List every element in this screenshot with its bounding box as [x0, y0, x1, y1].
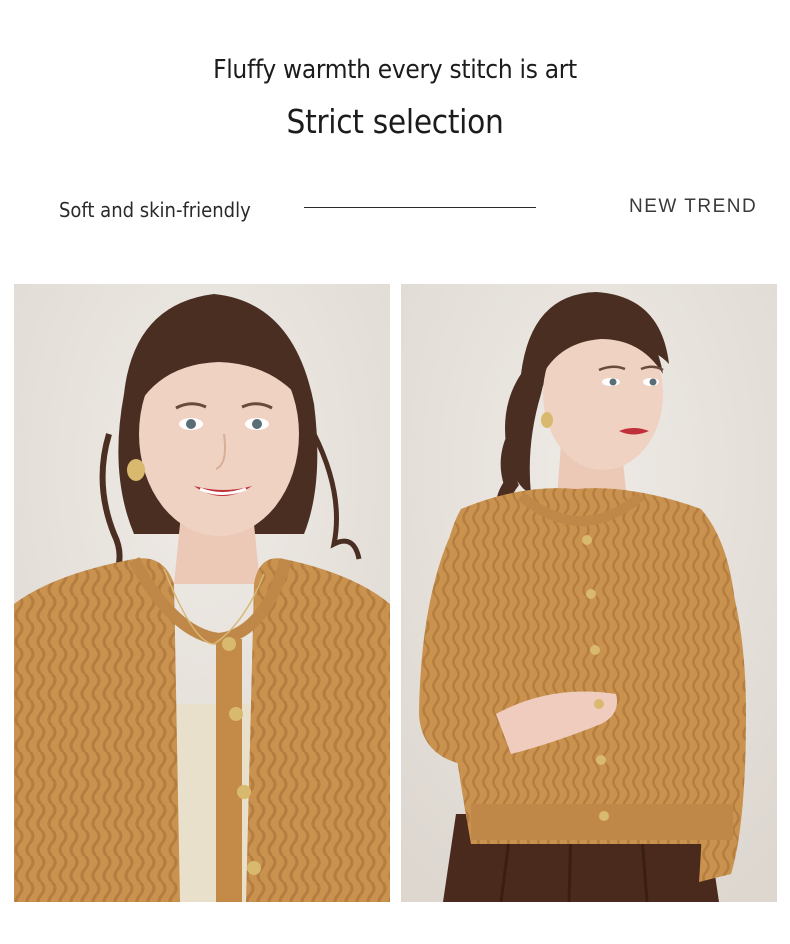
model-illustration-side — [401, 284, 777, 902]
subheadline: Strict selection — [286, 102, 504, 141]
divider-line — [304, 207, 536, 208]
headline: Fluffy warmth every stitch is art — [213, 55, 577, 85]
model-illustration-front — [14, 284, 390, 902]
tagline-new-trend: NEW TREND — [629, 196, 758, 217]
product-photo-front — [14, 284, 390, 902]
product-photo-side — [401, 284, 777, 902]
tagline-soft: Soft and skin-friendly — [59, 198, 251, 222]
